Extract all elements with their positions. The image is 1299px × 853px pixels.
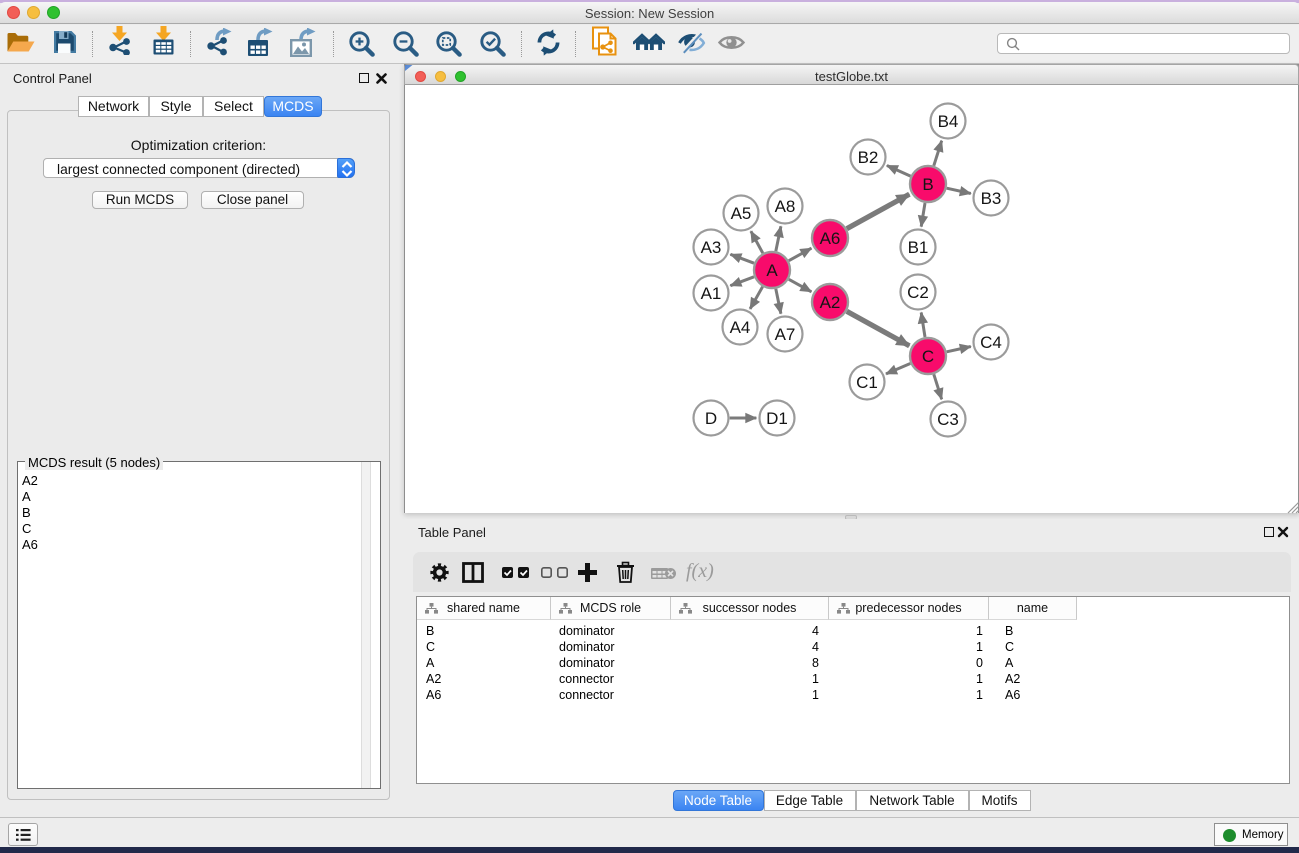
- svg-text:B1: B1: [908, 238, 929, 257]
- svg-text:C1: C1: [856, 373, 878, 392]
- svg-text:A3: A3: [701, 238, 722, 257]
- svg-text:C4: C4: [980, 333, 1002, 352]
- svg-text:C2: C2: [907, 283, 929, 302]
- svg-text:A6: A6: [820, 229, 841, 248]
- svg-text:B3: B3: [981, 189, 1002, 208]
- svg-text:A8: A8: [775, 197, 796, 216]
- svg-text:D: D: [705, 409, 717, 428]
- svg-text:A: A: [766, 261, 778, 280]
- svg-text:C: C: [922, 347, 934, 366]
- svg-text:A5: A5: [731, 204, 752, 223]
- svg-text:A2: A2: [820, 293, 841, 312]
- svg-text:B2: B2: [858, 148, 879, 167]
- svg-text:B: B: [922, 175, 933, 194]
- svg-text:C3: C3: [937, 410, 959, 429]
- svg-text:A4: A4: [730, 318, 751, 337]
- svg-text:D1: D1: [766, 409, 788, 428]
- svg-text:B4: B4: [938, 112, 959, 131]
- svg-text:A1: A1: [701, 284, 722, 303]
- svg-text:A7: A7: [775, 325, 796, 344]
